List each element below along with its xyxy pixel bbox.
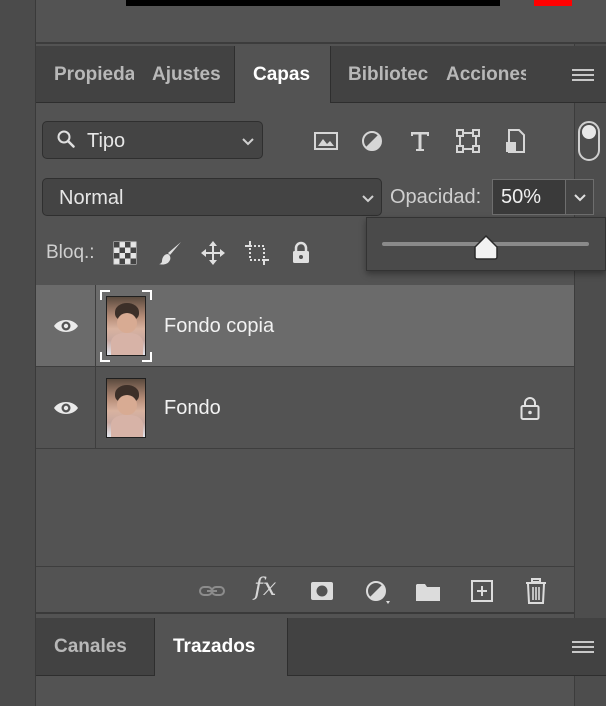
tab-propiedades[interactable]: Propiedades xyxy=(36,46,134,103)
type-layer-filter-icon[interactable] xyxy=(406,127,434,155)
tab-acciones[interactable]: Acciones xyxy=(428,46,526,103)
opacity-slider-thumb[interactable] xyxy=(473,234,499,260)
panel-menu-icon[interactable] xyxy=(572,69,594,84)
chevron-down-icon xyxy=(362,195,374,203)
chevron-down-icon xyxy=(242,138,254,146)
lock-image-pixels-icon[interactable] xyxy=(158,240,184,266)
delete-layer-icon[interactable] xyxy=(522,577,550,605)
chevron-down-icon xyxy=(574,194,586,202)
panel-menu-icon[interactable] xyxy=(572,641,594,656)
layers-panel: Tipo Normal Opacidad: 50% Bloq.: Fondo c… xyxy=(36,103,606,615)
layers-bottom-toolbar: fx xyxy=(36,566,574,614)
layer-filter-toggle[interactable] xyxy=(578,121,600,161)
link-layers-icon[interactable] xyxy=(198,577,226,605)
opacity-label: Opacidad: xyxy=(390,186,482,208)
selected-thumbnail-frame xyxy=(100,290,152,362)
opacity-slider-popup xyxy=(366,217,606,271)
tab-capas[interactable]: Capas xyxy=(234,46,331,104)
lock-label: Bloq.: xyxy=(46,242,95,263)
filter-kind-label: Tipo xyxy=(87,130,126,152)
tab-ajustes[interactable]: Ajustes xyxy=(134,46,232,103)
eye-icon[interactable] xyxy=(53,317,79,335)
eye-icon[interactable] xyxy=(53,399,79,417)
shape-layer-filter-icon[interactable] xyxy=(454,127,482,155)
smart-object-filter-icon[interactable] xyxy=(502,127,530,155)
layer-thumbnail[interactable] xyxy=(106,378,146,438)
left-dock-strip xyxy=(0,0,36,706)
add-mask-icon[interactable] xyxy=(308,577,336,605)
lock-position-icon[interactable] xyxy=(200,240,226,266)
tab-canales[interactable]: Canales xyxy=(36,618,154,676)
blend-mode-select[interactable]: Normal xyxy=(42,178,382,216)
layer-locked-icon[interactable] xyxy=(518,395,542,421)
blend-mode-label: Normal xyxy=(59,187,124,209)
adjustment-layer-filter-icon[interactable] xyxy=(358,127,386,155)
tab-bibliotecas[interactable]: Bibliotecas xyxy=(330,46,428,103)
new-layer-icon[interactable] xyxy=(468,577,496,605)
layer-row-fondo[interactable]: Fondo xyxy=(36,367,574,449)
layer-name[interactable]: Fondo xyxy=(164,367,221,449)
preview-image-area xyxy=(126,0,500,6)
lock-artboards-icon[interactable] xyxy=(244,240,270,266)
tab-trazados[interactable]: Trazados xyxy=(154,618,288,676)
navigator-preview-panel xyxy=(36,0,606,44)
new-group-icon[interactable] xyxy=(414,577,442,605)
fx-icon[interactable]: fx xyxy=(254,573,276,601)
preview-view-box[interactable] xyxy=(534,0,572,6)
layer-name[interactable]: Fondo copia xyxy=(164,285,274,367)
right-dock-strip xyxy=(574,0,606,706)
visibility-cell xyxy=(36,285,96,367)
paths-panel xyxy=(36,676,574,706)
panel-tab-bar: Propiedades Ajustes Capas Bibliotecas Ac… xyxy=(36,46,606,104)
lower-panel-tab-bar: Canales Trazados xyxy=(36,618,606,676)
opacity-dropdown-button[interactable] xyxy=(566,179,594,215)
lock-all-icon[interactable] xyxy=(288,240,314,266)
lock-transparent-pixels-icon[interactable] xyxy=(112,240,138,266)
pixel-layer-filter-icon[interactable] xyxy=(312,127,340,155)
visibility-cell xyxy=(36,367,96,449)
layer-row-fondo-copia[interactable]: Fondo copia xyxy=(36,285,574,367)
filter-kind-select[interactable]: Tipo xyxy=(42,121,263,159)
search-icon xyxy=(57,130,75,148)
opacity-input[interactable]: 50% xyxy=(492,179,566,215)
new-fill-adjustment-icon[interactable] xyxy=(362,577,390,605)
